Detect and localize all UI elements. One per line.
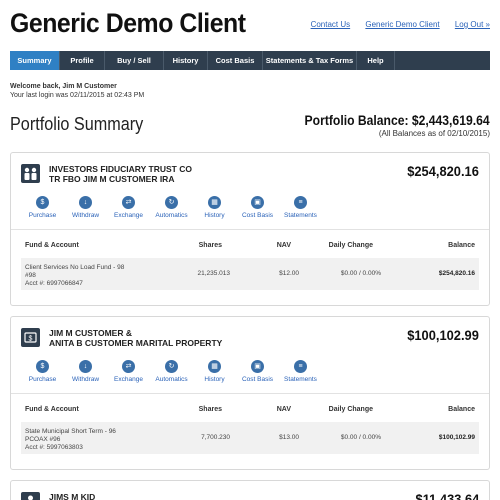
account-card: $ JIM M CUSTOMER & ANITA B CUSTOMER MARI… — [10, 316, 490, 470]
account-name: JIM M CUSTOMER & ANITA B CUSTOMER MARITA… — [49, 328, 222, 348]
svg-text:$: $ — [29, 336, 33, 343]
balance-as-of: (All Balances as of 02/10/2015) — [378, 129, 490, 138]
statements-button[interactable]: ≡ Statements — [279, 360, 322, 390]
document-icon: ≡ — [294, 196, 307, 209]
withdraw-button[interactable]: ↓ Withdraw — [64, 360, 107, 390]
table-header: Fund & Account Shares NAV Daily Change B… — [25, 242, 475, 249]
portfolio-balance: Portfolio Balance: $2,443,619.64 (All Ba… — [284, 113, 490, 138]
shares-cell: 7,700.230 — [201, 434, 230, 441]
contact-us-link[interactable]: Contact Us — [311, 20, 351, 29]
withdraw-icon: ↓ — [79, 360, 92, 373]
automatics-button[interactable]: ↻ Automatics — [150, 360, 193, 390]
account-name-line2: ANITA B CUSTOMER MARITAL PROPERTY — [49, 338, 223, 348]
cost-basis-button[interactable]: ▣ Cost Basis — [236, 360, 279, 390]
tab-buy-sell[interactable]: Buy / Sell — [105, 51, 164, 70]
account-card: INVESTORS FIDUCIARY TRUST CO TR FBO JIM … — [10, 152, 490, 306]
account-value: $11,433.64 — [415, 491, 479, 500]
tab-summary[interactable]: Summary — [10, 51, 60, 70]
calendar-icon: ▦ — [208, 196, 221, 209]
refresh-icon: ↻ — [165, 360, 178, 373]
divider — [11, 229, 489, 230]
account-name-line1: JIM M CUSTOMER & — [49, 328, 132, 338]
welcome-message: Welcome back, Jim M Customer Your last l… — [10, 82, 144, 100]
tab-help[interactable]: Help — [357, 51, 395, 70]
people-icon — [21, 164, 40, 183]
nav-cell: $12.00 — [279, 270, 299, 277]
divider — [11, 393, 489, 394]
welcome-greeting: Welcome back, Jim M Customer — [10, 83, 117, 90]
table-header: Fund & Account Shares NAV Daily Change B… — [25, 406, 475, 413]
shares-cell: 21,235.013 — [197, 270, 230, 277]
exchange-icon: ⇄ — [122, 196, 135, 209]
withdraw-button[interactable]: ↓ Withdraw — [64, 196, 107, 226]
tab-profile[interactable]: Profile — [60, 51, 105, 70]
client-title: Generic Demo Client — [10, 8, 246, 38]
account-card: JIMS M KID $11,433.64 — [10, 480, 490, 500]
account-actions: $ Purchase ↓ Withdraw ⇄ Exchange ↻ Automatic… — [21, 360, 322, 390]
fund-cell: Client Services No Load Fund - 98 #98 Ac… — [25, 264, 125, 287]
account-actions: $ Purchase ↓ Withdraw ⇄ Exchange ↻ Automatic… — [21, 196, 322, 226]
page-title: Portfolio Summary — [10, 114, 144, 134]
history-button[interactable]: ▦ History — [193, 196, 236, 226]
last-login: Your last login was 02/11/2015 at 02:43 … — [10, 92, 145, 99]
header: Generic Demo Client Contact Us Generic D… — [10, 8, 490, 44]
cost-basis-icon: ▣ — [251, 196, 264, 209]
account-name-line1: JIMS M KID — [49, 492, 96, 500]
daily-change-cell: $0.00 / 0.00% — [340, 434, 381, 441]
automatics-button[interactable]: ↻ Automatics — [150, 196, 193, 226]
balance-cell: $254,820.16 — [438, 270, 475, 277]
balance-cell: $100,102.99 — [438, 434, 475, 441]
account-name: INVESTORS FIDUCIARY TRUST CO TR FBO JIM … — [49, 164, 192, 184]
main-nav: Summary Profile Buy / Sell History Cost … — [10, 51, 490, 70]
table-row[interactable]: Client Services No Load Fund - 98 #98 Ac… — [21, 258, 479, 290]
log-out-link[interactable]: Log Out » — [455, 20, 490, 29]
cost-basis-button[interactable]: ▣ Cost Basis — [236, 196, 279, 226]
client-name-link[interactable]: Generic Demo Client — [365, 20, 439, 29]
tab-cost-basis[interactable]: Cost Basis — [208, 51, 263, 70]
person-icon — [21, 492, 40, 500]
refresh-icon: ↻ — [165, 196, 178, 209]
dollar-icon: $ — [36, 196, 49, 209]
portfolio-balance-value: Portfolio Balance: $2,443,619.64 — [304, 113, 490, 128]
daily-change-cell: $0.00 / 0.00% — [340, 270, 381, 277]
cost-basis-icon: ▣ — [251, 360, 264, 373]
exchange-icon: ⇄ — [122, 360, 135, 373]
fund-cell: State Municipal Short Term - 96 PCOAX #9… — [25, 428, 116, 451]
calendar-icon: ▦ — [208, 360, 221, 373]
purchase-button[interactable]: $ Purchase — [21, 360, 64, 390]
account-name-line1: INVESTORS FIDUCIARY TRUST CO — [49, 164, 192, 174]
dollar-icon: $ — [36, 360, 49, 373]
purchase-button[interactable]: $ Purchase — [21, 196, 64, 226]
tab-statements-tax-forms[interactable]: Statements & Tax Forms — [263, 51, 357, 70]
exchange-button[interactable]: ⇄ Exchange — [107, 196, 150, 226]
exchange-button[interactable]: ⇄ Exchange — [107, 360, 150, 390]
account-name-line2: TR FBO JIM M CUSTOMER IRA — [49, 174, 175, 184]
top-links: Contact Us Generic Demo Client Log Out » — [298, 20, 490, 29]
tab-history[interactable]: History — [164, 51, 208, 70]
nav-cell: $13.00 — [279, 434, 299, 441]
document-icon: ≡ — [294, 360, 307, 373]
account-value: $254,820.16 — [407, 163, 479, 179]
history-button[interactable]: ▦ History — [193, 360, 236, 390]
account-value: $100,102.99 — [407, 327, 479, 343]
property-icon: $ — [21, 328, 40, 347]
statements-button[interactable]: ≡ Statements — [279, 196, 322, 226]
table-row[interactable]: State Municipal Short Term - 96 PCOAX #9… — [21, 422, 479, 454]
account-name: JIMS M KID — [49, 492, 95, 500]
withdraw-icon: ↓ — [79, 196, 92, 209]
